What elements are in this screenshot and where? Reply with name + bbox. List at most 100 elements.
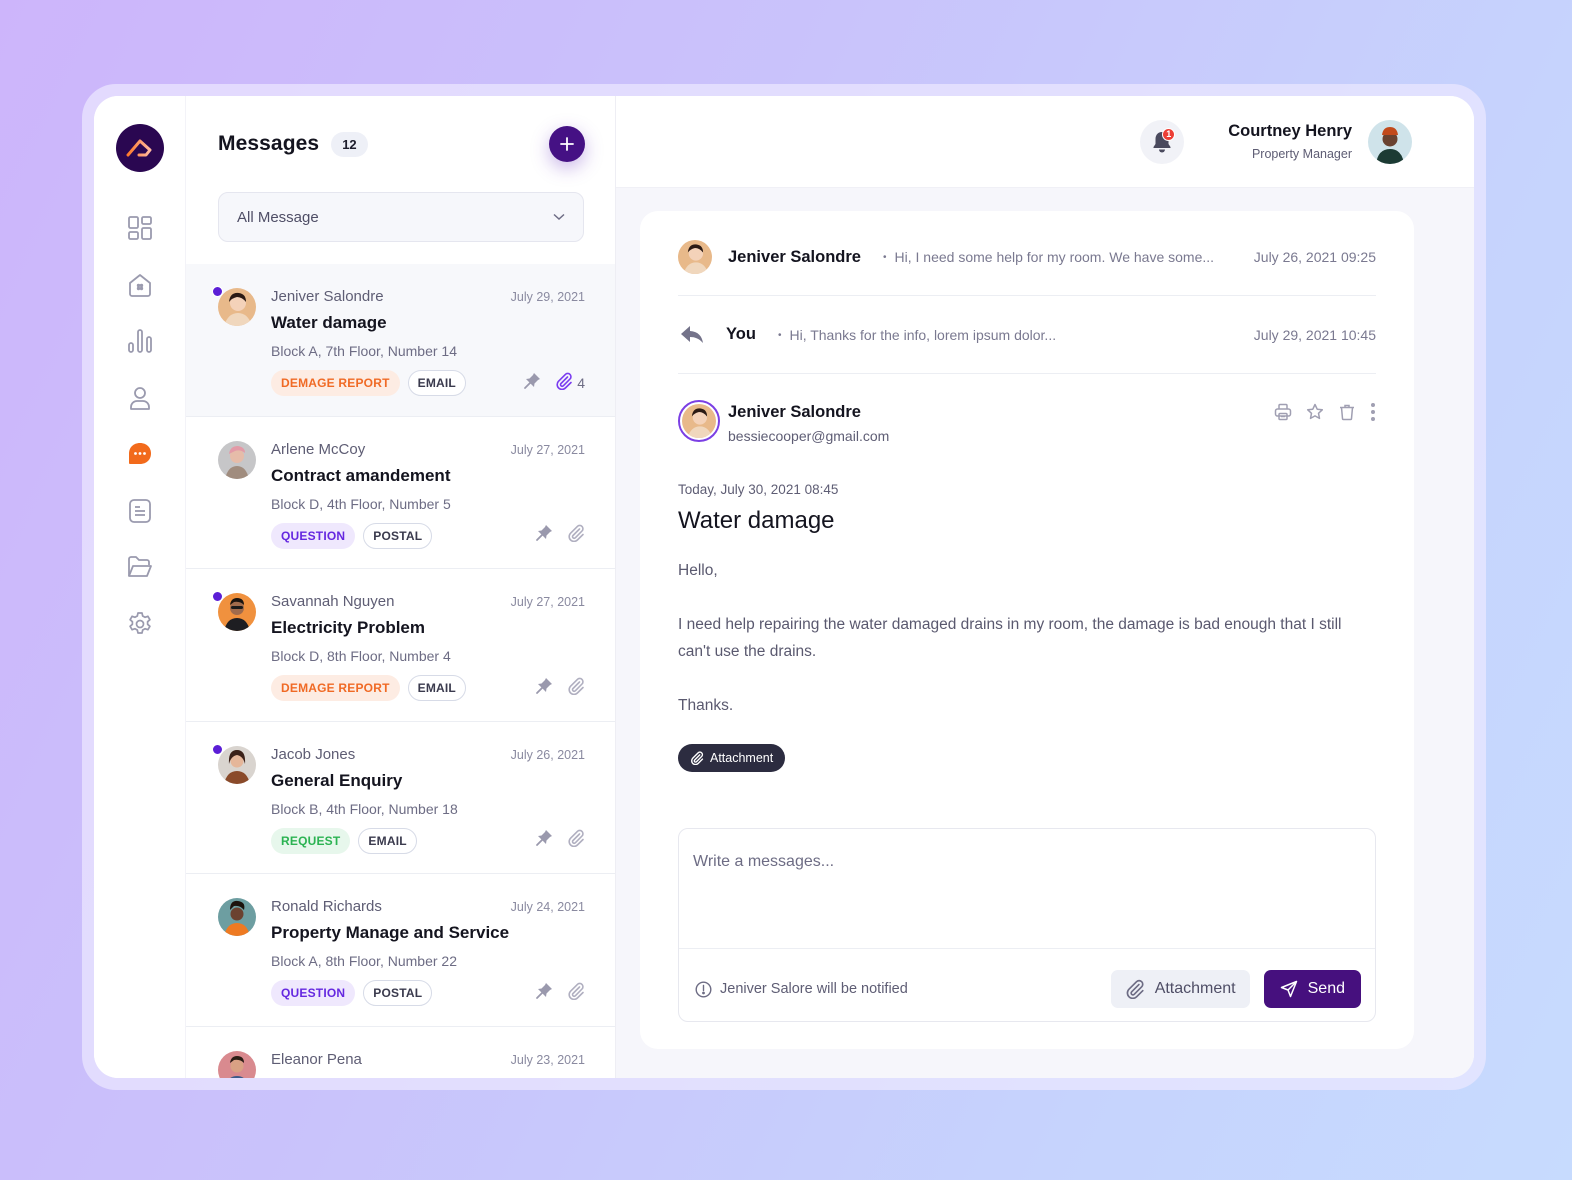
paperclip-icon — [1126, 979, 1144, 999]
attachment-chip-label: Attachment — [710, 751, 774, 765]
message-paragraph: I need help repairing the water damaged … — [678, 616, 1342, 660]
message-list-header: Messages 12 — [186, 96, 615, 192]
sender-name: Ronald Richards — [271, 898, 382, 915]
sidebar — [94, 96, 186, 1078]
message-paragraph: Hello, — [678, 562, 718, 579]
print-icon[interactable] — [1274, 403, 1292, 421]
sidebar-item-settings[interactable] — [118, 602, 162, 646]
filter-selected-value: All Message — [237, 208, 319, 226]
message-subject: Electricity Problem — [271, 618, 426, 637]
app-window: Messages 12 All Message Jeniver Salondre — [94, 96, 1474, 1078]
chevron-down-icon — [553, 213, 565, 221]
message-date: July 23, 2021 — [510, 1052, 585, 1067]
pin-icon[interactable] — [535, 524, 553, 547]
user-icon — [129, 386, 150, 410]
sidebar-item-users[interactable] — [118, 376, 162, 420]
message-date: July 27, 2021 — [510, 595, 585, 609]
thread-message-row[interactable]: You Hi, Thanks for the info, lorem ipsum… — [678, 296, 1376, 374]
unread-indicator — [212, 743, 223, 755]
user-name: Courtney Henry — [1228, 122, 1352, 140]
message-subject: Property Manage and Service — [271, 923, 510, 942]
message-paragraph: Thanks. — [678, 697, 734, 714]
folder-open-icon — [127, 556, 152, 577]
more-vertical-icon[interactable] — [1370, 402, 1376, 422]
message-address: Block B, 4th Floor, Number 18 — [271, 800, 458, 817]
notify-notice: Jeniver Salore will be notified — [695, 980, 908, 998]
avatar — [218, 1050, 256, 1078]
top-bar: 1 Courtney Henry Property Manager — [616, 96, 1474, 188]
pin-icon[interactable] — [535, 829, 553, 852]
thread-date: July 29, 2021 10:45 — [1253, 326, 1376, 343]
tag-channel: POSTAL — [363, 522, 433, 549]
paperclip-icon[interactable] — [567, 982, 585, 1005]
paperclip-icon[interactable] — [555, 372, 573, 395]
list-item[interactable]: Jeniver Salondre July 29, 2021 Water dam… — [186, 264, 615, 417]
new-message-button[interactable] — [549, 126, 585, 162]
tag-channel: EMAIL — [358, 827, 417, 854]
avatar — [218, 745, 256, 784]
pin-icon[interactable] — [523, 372, 541, 395]
avatar — [218, 288, 256, 326]
tag-damage-report: DEMAGE REPORT — [271, 675, 400, 701]
message-address: Block A, 8th Floor, Number 22 — [271, 953, 457, 969]
notification-count-badge: 1 — [1162, 127, 1176, 141]
sidebar-item-documents[interactable] — [118, 489, 162, 533]
list-item[interactable]: Savannah Nguyen July 27, 2021 Electricit… — [186, 569, 615, 722]
message-detail-header: Jeniver Salondre bessiecooper@gmail.com — [678, 400, 1376, 444]
send-button[interactable]: Send — [1263, 970, 1361, 1008]
notify-text: Jeniver Salore will be notified — [720, 981, 908, 997]
notifications-button[interactable]: 1 — [1140, 119, 1185, 164]
app-logo[interactable] — [115, 124, 164, 172]
composer-footer: Jeniver Salore will be notified Attachme… — [679, 954, 1375, 1024]
message-subject-heading: Water damage — [678, 507, 835, 534]
list-item[interactable]: Arlene McCoy July 27, 2021 Contract aman… — [186, 417, 615, 569]
building-icon — [128, 273, 151, 297]
list-item[interactable]: Eleanor Pena July 23, 2021 — [186, 1027, 615, 1078]
sidebar-item-dashboard[interactable] — [118, 206, 162, 250]
thread-snippet: Hi, I need some help for my room. We hav… — [883, 249, 1215, 265]
pin-icon[interactable] — [535, 677, 553, 700]
house-logo-icon — [126, 139, 151, 157]
list-item[interactable]: Ronald Richards July 24, 2021 Property M… — [186, 874, 615, 1027]
paperclip-icon[interactable] — [567, 829, 585, 852]
sidebar-item-messages[interactable] — [118, 432, 162, 476]
star-icon[interactable] — [1306, 403, 1324, 421]
sidebar-item-properties[interactable] — [118, 263, 162, 307]
attachment-chip[interactable]: Attachment — [678, 744, 786, 772]
sender-avatar — [678, 400, 720, 442]
paperclip-icon[interactable] — [567, 524, 585, 547]
paperclip-icon[interactable] — [567, 677, 585, 700]
avatar — [218, 593, 256, 631]
pin-icon[interactable] — [535, 982, 553, 1005]
unread-indicator — [212, 286, 223, 297]
user-avatar[interactable] — [1368, 119, 1412, 164]
message-date: July 24, 2021 — [510, 900, 585, 914]
document-icon — [128, 498, 151, 523]
gear-icon — [128, 611, 151, 634]
message-subject: Water damage — [271, 313, 387, 332]
list-item[interactable]: Jacob Jones July 26, 2021 General Enquir… — [186, 722, 615, 874]
thread-snippet: Hi, Thanks for the info, lorem ipsum dol… — [778, 327, 1056, 343]
user-profile[interactable]: Courtney Henry Property Manager — [1228, 122, 1352, 161]
trash-icon[interactable] — [1338, 403, 1356, 421]
chat-bubble-icon — [128, 443, 151, 464]
message-list-panel: Messages 12 All Message Jeniver Salondre — [186, 96, 616, 1078]
sender-name: Savannah Nguyen — [271, 593, 395, 610]
message-address: Block D, 8th Floor, Number 4 — [271, 648, 451, 664]
sidebar-item-analytics[interactable] — [118, 319, 162, 363]
tag-question: QUESTION — [271, 522, 356, 549]
paperclip-icon — [691, 751, 704, 765]
sender-name: Jacob Jones — [271, 745, 356, 763]
thread-message-row[interactable]: Jeniver Salondre Hi, I need some help fo… — [678, 211, 1376, 296]
thread-sender: Jeniver Salondre — [728, 247, 861, 266]
avatar — [218, 898, 256, 936]
tag-channel: EMAIL — [407, 370, 466, 396]
sidebar-item-files[interactable] — [118, 545, 162, 589]
attach-file-button[interactable]: Attachment — [1110, 970, 1250, 1008]
message-actions — [1274, 402, 1376, 422]
message-filter-dropdown[interactable]: All Message — [218, 192, 584, 242]
sender-name: Arlene McCoy — [271, 440, 366, 458]
message-input[interactable] — [679, 829, 1375, 949]
message-address: Block A, 7th Floor, Number 14 — [271, 343, 457, 359]
user-role: Property Manager — [1251, 147, 1352, 161]
